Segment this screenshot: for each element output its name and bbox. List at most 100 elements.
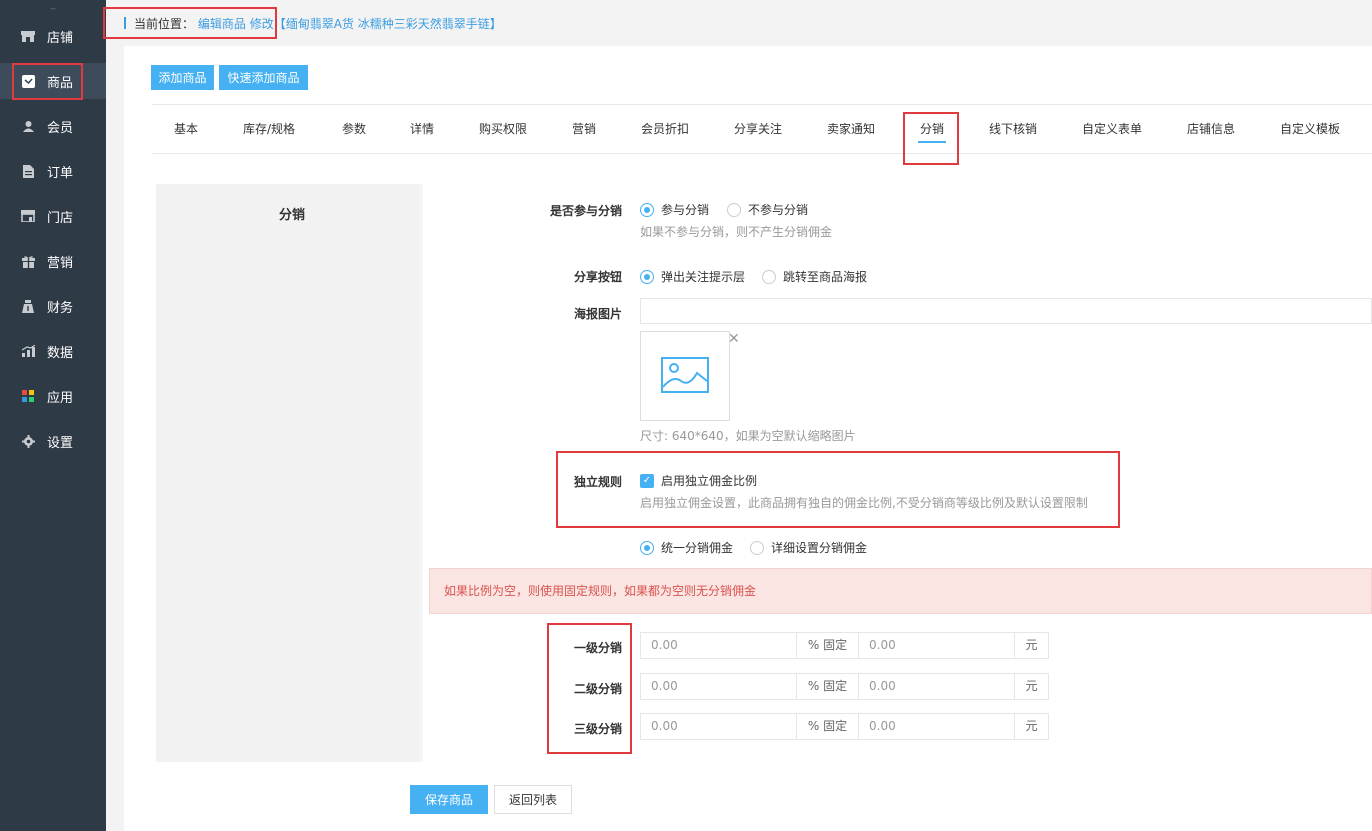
radio-label: 参与分销: [661, 203, 710, 217]
radio-share-popup[interactable]: 弹出关注提示层: [640, 268, 745, 285]
sidebar-item-goods[interactable]: 商品: [0, 63, 106, 99]
enable-independent-commission-checkbox[interactable]: ✓ 启用独立佣金比例: [640, 472, 757, 489]
tab-member-discount[interactable]: 会员折扣: [641, 105, 689, 153]
breadcrumb-label: 当前位置：: [134, 17, 195, 31]
tab-offline-verify[interactable]: 线下核销: [989, 105, 1037, 153]
level1-percent-addon: % 固定: [797, 632, 858, 659]
sidebar-item-data[interactable]: 数据: [0, 333, 106, 369]
quick-add-goods-button[interactable]: 快速添加商品: [219, 65, 308, 90]
checkbox-label: 启用独立佣金比例: [661, 474, 758, 488]
tab-distribution[interactable]: 分销: [917, 105, 947, 153]
chart-icon: [21, 344, 35, 358]
save-goods-button[interactable]: 保存商品: [410, 785, 488, 814]
apps-icon: [21, 389, 35, 403]
radio-off-indicator: [750, 540, 764, 555]
section-title: 分销: [279, 208, 306, 223]
finance-icon: [21, 299, 35, 313]
radio-unified-commission[interactable]: 统一分销佣金: [640, 539, 733, 556]
commission-alert: 如果比例为空，则使用固定规则，如果都为空则无分销佣金: [429, 568, 1372, 614]
goods-icon: [21, 74, 35, 88]
radio-label: 弹出关注提示层: [661, 270, 746, 284]
level1-percent-input[interactable]: 0.00: [640, 632, 797, 659]
tab-purchase-permission[interactable]: 购买权限: [479, 105, 527, 153]
sidebar-item-label: 应用: [47, 390, 74, 406]
sidebar-item-member[interactable]: 会员: [0, 108, 106, 144]
tab-custom-form[interactable]: 自定义表单: [1082, 105, 1142, 153]
level1-label: 一级分销: [574, 641, 623, 655]
shop-icon: [21, 209, 35, 223]
sidebar-item-apps[interactable]: 应用: [0, 378, 106, 414]
tab-params[interactable]: 参数: [342, 105, 366, 153]
gift-icon: [21, 254, 35, 268]
sidebar-top-glyph: _: [50, 0, 56, 10]
tab-stock-spec[interactable]: 库存/规格: [243, 105, 295, 153]
store-icon: [21, 29, 35, 43]
independent-rule-label: 独立规则: [573, 475, 622, 489]
radio-off-indicator: [727, 202, 741, 217]
radio-on-indicator: [640, 269, 654, 284]
level3-label: 三级分销: [574, 722, 623, 736]
breadcrumb-marker: [124, 17, 126, 29]
share-button-label: 分享按钮: [573, 270, 622, 284]
radio-join-yes[interactable]: 参与分销: [640, 201, 709, 218]
level3-percent-addon: % 固定: [797, 713, 858, 740]
sidebar-item-label: 财务: [47, 300, 74, 316]
join-help-text: 如果不参与分销，则不产生分销佣金: [640, 225, 833, 239]
topbar: 当前位置： 编辑商品 修改【缅甸翡翠A货 冰糯种三彩天然翡翠手链】: [106, 0, 1372, 46]
sidebar-item-label: 会员: [47, 120, 74, 136]
breadcrumb-link-edit[interactable]: 编辑商品: [198, 17, 246, 31]
radio-on-indicator: [640, 202, 654, 217]
radio-off-indicator: [762, 269, 776, 284]
image-placeholder-icon: [661, 356, 709, 396]
radio-detailed-commission[interactable]: 详细设置分销佣金: [750, 539, 867, 556]
tab-marketing[interactable]: 营销: [572, 105, 596, 153]
sidebar-item-settings[interactable]: 设置: [0, 423, 106, 459]
breadcrumb: 当前位置： 编辑商品 修改【缅甸翡翠A货 冰糯种三彩天然翡翠手链】: [124, 15, 502, 32]
level1-fixed-input[interactable]: 0.00: [858, 632, 1015, 659]
add-goods-button[interactable]: 添加商品: [151, 65, 214, 90]
radio-join-no[interactable]: 不参与分销: [727, 201, 808, 218]
level2-percent-input[interactable]: 0.00: [640, 673, 797, 700]
poster-image-input[interactable]: [640, 298, 1372, 324]
breadcrumb-goods-name: 【缅甸翡翠A货 冰糯种三彩天然翡翠手链】: [273, 17, 502, 31]
gear-icon: [21, 434, 35, 448]
close-icon[interactable]: ✕: [728, 331, 740, 347]
radio-label: 详细设置分销佣金: [771, 541, 868, 555]
radio-label: 统一分销佣金: [661, 541, 734, 555]
poster-help-text: 尺寸: 640*640，如果为空默认缩略图片: [640, 429, 856, 443]
sidebar-item-shop[interactable]: 门店: [0, 198, 106, 234]
level3-fixed-input[interactable]: 0.00: [858, 713, 1015, 740]
radio-share-poster[interactable]: 跳转至商品海报: [762, 268, 867, 285]
level2-fixed-input[interactable]: 0.00: [858, 673, 1015, 700]
level1-unit: 元: [1015, 632, 1049, 659]
breadcrumb-link-modify[interactable]: 修改: [250, 17, 274, 31]
tab-bar: 基本 库存/规格 参数 详情 购买权限 营销 会员折扣 分享关注 卖家通知 分销…: [152, 104, 1372, 154]
sidebar-item-label: 店铺: [47, 30, 74, 46]
tab-custom-template[interactable]: 自定义模板: [1280, 105, 1340, 153]
radio-label: 跳转至商品海报: [783, 270, 868, 284]
level2-input-group: 0.00 % 固定 0.00 元: [640, 673, 1049, 700]
level3-percent-input[interactable]: 0.00: [640, 713, 797, 740]
level2-percent-addon: % 固定: [797, 673, 858, 700]
sidebar-item-label: 数据: [47, 345, 74, 361]
level2-unit: 元: [1015, 673, 1049, 700]
sidebar-item-label: 订单: [47, 165, 74, 181]
main-panel: 添加商品 快速添加商品 基本 库存/规格 参数 详情 购买权限 营销 会员折扣 …: [124, 46, 1372, 831]
tab-share-follow[interactable]: 分享关注: [734, 105, 782, 153]
tab-store-info[interactable]: 店铺信息: [1187, 105, 1235, 153]
join-distribution-label: 是否参与分销: [549, 204, 622, 218]
sidebar-item-label: 设置: [47, 435, 74, 451]
tab-detail[interactable]: 详情: [410, 105, 434, 153]
sidebar-item-order[interactable]: 订单: [0, 153, 106, 189]
sidebar-item-finance[interactable]: 财务: [0, 288, 106, 324]
level3-unit: 元: [1015, 713, 1049, 740]
sidebar-item-store[interactable]: 店铺: [0, 18, 106, 54]
poster-image-preview[interactable]: [640, 331, 730, 421]
back-to-list-button[interactable]: 返回列表: [494, 785, 572, 814]
sidebar-item-label: 商品: [47, 75, 74, 91]
tab-seller-notify[interactable]: 卖家通知: [827, 105, 875, 153]
tab-basic[interactable]: 基本: [174, 105, 198, 153]
level2-label: 二级分销: [574, 682, 623, 696]
check-icon: ✓: [640, 473, 654, 488]
sidebar-item-marketing[interactable]: 营销: [0, 243, 106, 279]
